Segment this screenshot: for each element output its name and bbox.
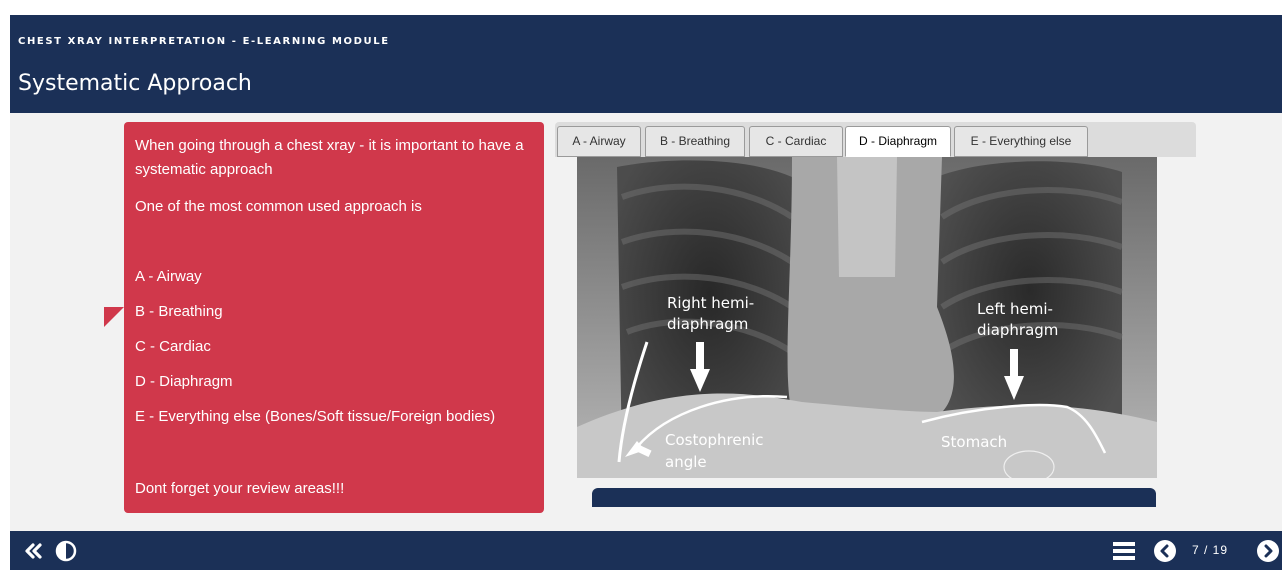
callout-review-text: Dont forget your review areas!!! (135, 480, 345, 497)
tab-breathing[interactable]: B - Breathing (645, 126, 745, 157)
callout-intro-text: When going through a chest xray - it is … (135, 137, 524, 178)
label-stomach: Stomach (941, 433, 1007, 451)
label-angle: angle (665, 453, 707, 471)
label-left-hemi: Left hemi- (977, 300, 1053, 318)
list-item: A - Airway (135, 268, 202, 285)
contrast-icon[interactable] (54, 539, 78, 563)
info-callout: When going through a chest xray - it is … (104, 122, 544, 513)
page-counter: 7 / 19 (1192, 543, 1229, 557)
list-item: C - Cardiac (135, 338, 211, 355)
chest-xray-image: Right hemi- diaphragm Left hemi- diaphra… (577, 157, 1157, 478)
tab-airway[interactable]: A - Airway (557, 126, 641, 157)
abcde-tab-panel: A - Airway B - Breathing C - Cardiac D -… (555, 122, 1196, 511)
tab-bar: A - Airway B - Breathing C - Cardiac D -… (555, 122, 1196, 157)
tab-everything-else[interactable]: E - Everything else (954, 126, 1088, 157)
footer-nav: 7 / 19 (10, 531, 1282, 570)
tab-diaphragm[interactable]: D - Diaphragm (845, 126, 951, 157)
header: CHEST XRAY INTERPRETATION - E-LEARNING M… (10, 15, 1282, 113)
chevron-right-circle-icon[interactable] (1256, 539, 1280, 563)
content-area: When going through a chest xray - it is … (10, 113, 1282, 531)
label-right-hemi: Right hemi- (667, 294, 754, 312)
tab-cardiac[interactable]: C - Cardiac (749, 126, 843, 157)
list-item: D - Diaphragm (135, 373, 233, 390)
label-left-diaphragm: diaphragm (977, 321, 1058, 339)
menu-icon[interactable] (1112, 539, 1136, 563)
page: CHEST XRAY INTERPRETATION - E-LEARNING M… (0, 0, 1282, 570)
course-title: CHEST XRAY INTERPRETATION - E-LEARNING M… (18, 36, 390, 47)
label-right-diaphragm: diaphragm (667, 315, 748, 333)
chevron-left-circle-icon[interactable] (1153, 539, 1177, 563)
caption-bar (592, 488, 1156, 507)
double-chevron-left-icon[interactable] (22, 539, 46, 563)
label-costophrenic: Costophrenic (665, 431, 764, 449)
list-item: E - Everything else (Bones/Soft tissue/F… (135, 408, 496, 425)
callout-approach-text: One of the most common used approach is (135, 198, 422, 215)
page-title: Systematic Approach (18, 71, 252, 96)
list-item: B - Breathing (135, 303, 223, 320)
callout-pointer (104, 307, 124, 327)
